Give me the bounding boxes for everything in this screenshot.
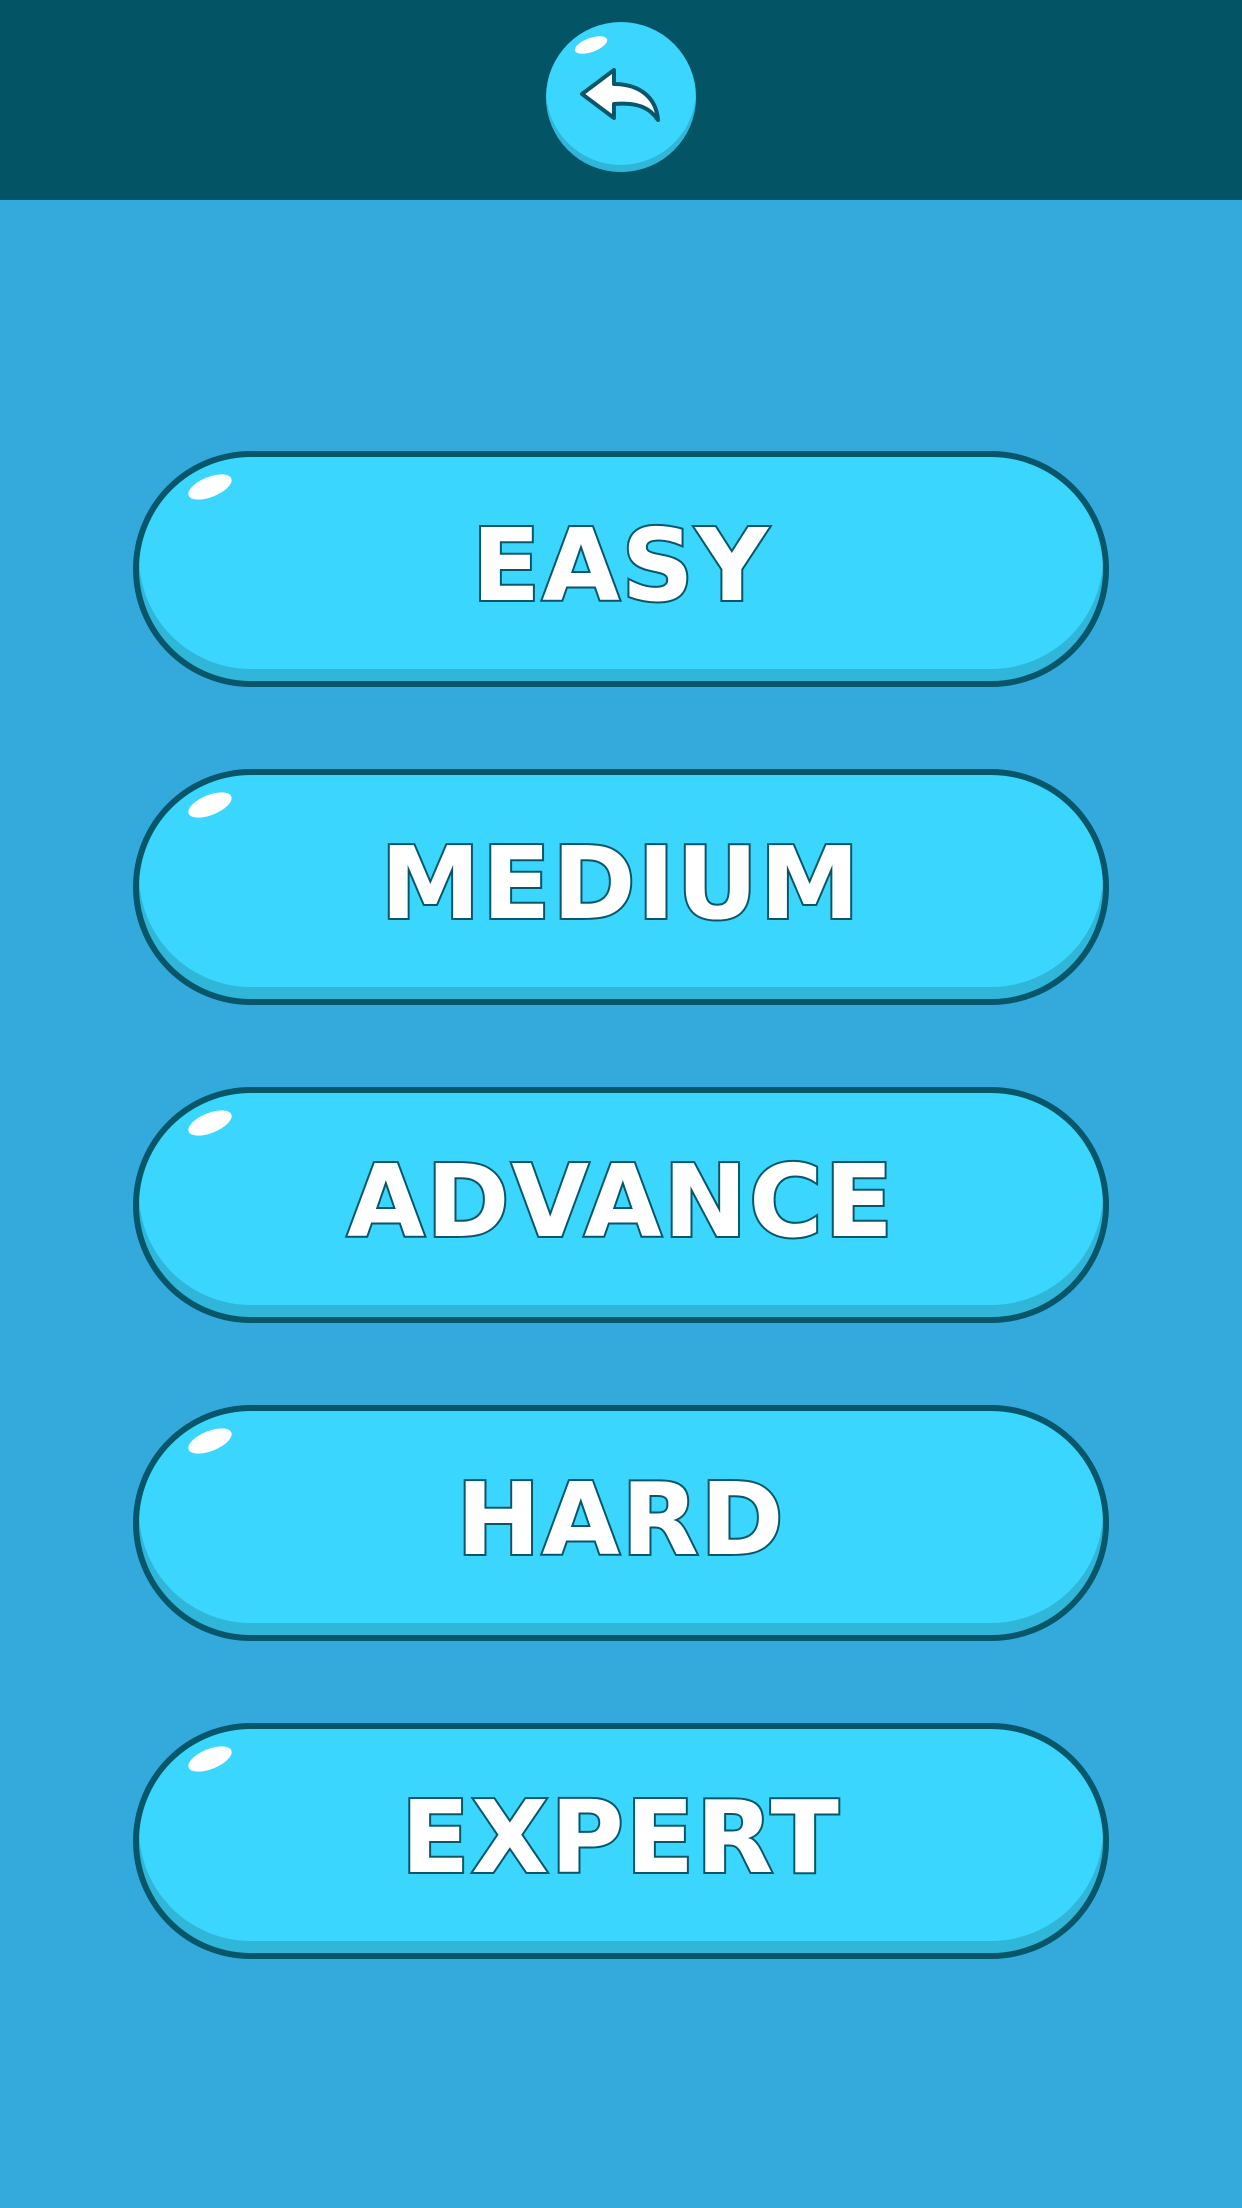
- hard-button[interactable]: HARD: [133, 1405, 1109, 1641]
- button-shine: [184, 469, 236, 505]
- advance-button[interactable]: ADVANCE: [133, 1087, 1109, 1323]
- hard-label: HARD: [454, 1461, 786, 1578]
- button-shine: [184, 1105, 236, 1141]
- button-shine: [184, 1741, 236, 1777]
- medium-label: MEDIUM: [379, 825, 862, 942]
- expert-button[interactable]: EXPERT: [133, 1723, 1109, 1959]
- medium-button[interactable]: MEDIUM: [133, 769, 1109, 1005]
- top-bar: [0, 0, 1242, 200]
- easy-label: EASY: [470, 507, 771, 624]
- easy-button[interactable]: EASY: [133, 451, 1109, 687]
- button-shine: [184, 1423, 236, 1459]
- button-shine: [572, 32, 610, 58]
- back-button[interactable]: [546, 22, 696, 172]
- expert-label: EXPERT: [399, 1779, 841, 1896]
- back-arrow-icon: [580, 68, 660, 122]
- button-shine: [184, 787, 236, 823]
- advance-label: ADVANCE: [345, 1143, 895, 1260]
